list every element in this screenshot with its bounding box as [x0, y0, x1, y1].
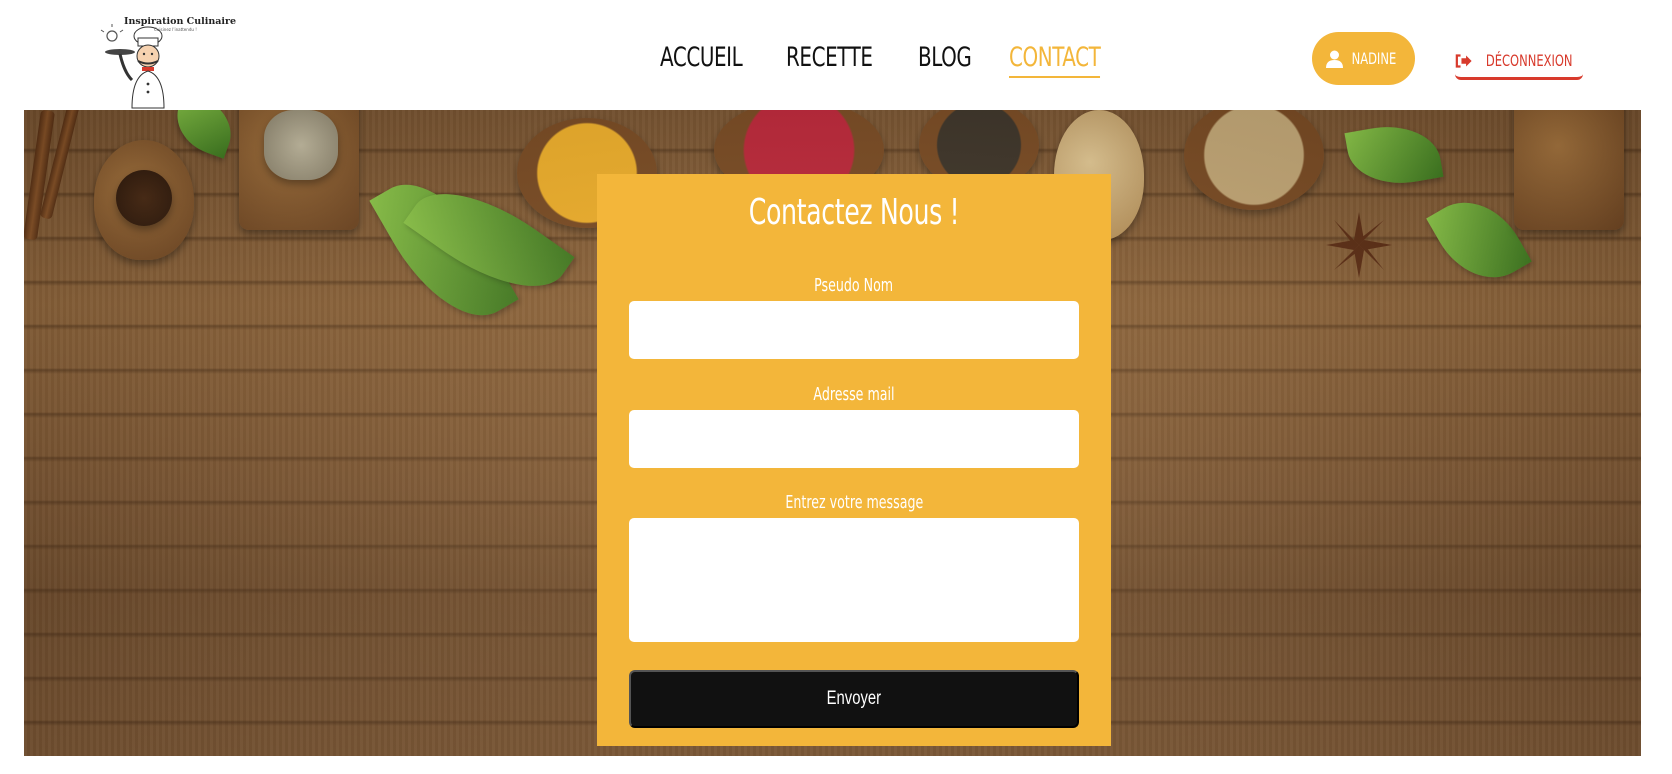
user-icon — [1325, 50, 1343, 68]
pseudo-input[interactable] — [629, 301, 1079, 359]
email-label: Adresse mail — [813, 384, 895, 405]
email-input[interactable] — [629, 410, 1079, 468]
pseudo-label: Pseudo Nom — [814, 275, 894, 296]
nav-item-accueil[interactable]: ACCUEIL — [660, 40, 743, 78]
message-textarea[interactable] — [629, 518, 1079, 642]
contact-form: Contactez Nous ! Pseudo Nom Adresse mail… — [597, 174, 1111, 746]
logo-subtitle: Cuisinez l'inattendu ! — [154, 28, 197, 33]
message-label: Entrez votre message — [785, 492, 923, 513]
nav-item-recette[interactable]: RECETTE — [786, 40, 873, 78]
sign-out-icon — [1455, 53, 1472, 68]
contact-title: Contactez Nous ! — [748, 192, 960, 233]
logout-label: DÉCONNEXION — [1485, 51, 1573, 70]
main-nav: ACCUEIL RECETTE BLOG CONTACT — [660, 40, 1147, 78]
submit-button[interactable]: Envoyer — [629, 670, 1079, 728]
site-header: Inspiration Culinaire Cuisinez l'inatten… — [0, 0, 1672, 110]
site-logo[interactable]: Inspiration Culinaire Cuisinez l'inatten… — [98, 14, 236, 110]
user-name-label: NADINE — [1351, 49, 1396, 68]
logout-button[interactable]: DÉCONNEXION — [1455, 44, 1583, 80]
user-profile-button[interactable]: NADINE — [1312, 32, 1415, 85]
nav-item-contact[interactable]: CONTACT — [1009, 40, 1101, 78]
logo-title: Inspiration Culinaire — [124, 16, 237, 27]
nav-item-blog[interactable]: BLOG — [918, 40, 972, 78]
